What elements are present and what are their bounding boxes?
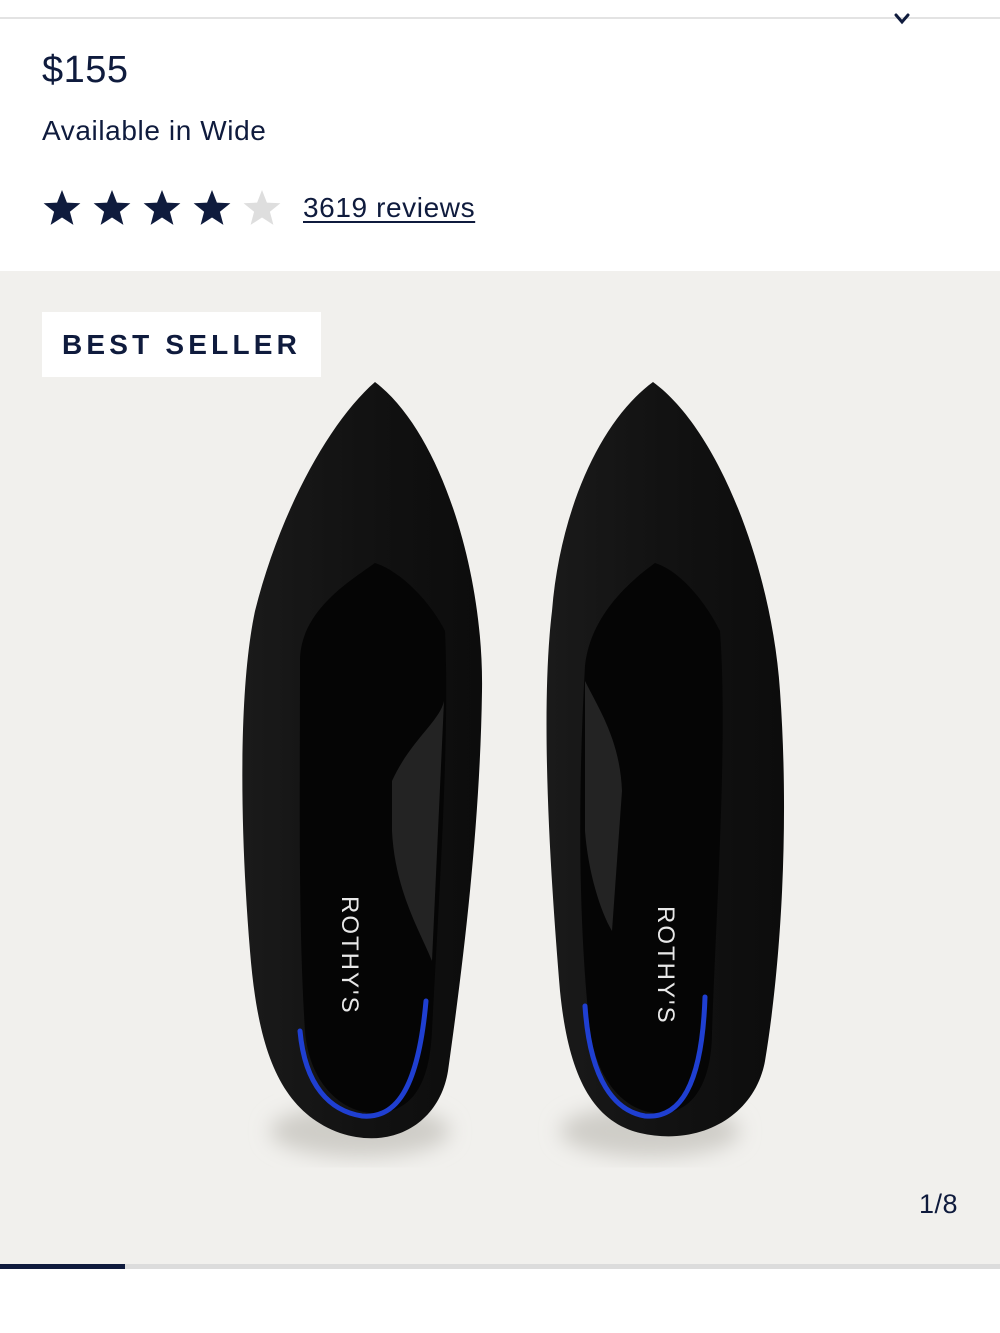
brand-insole-text-right: ROTHY'S xyxy=(652,906,679,1025)
image-counter: 1/8 xyxy=(918,1189,958,1219)
chevron-down-icon[interactable] xyxy=(893,12,911,26)
stars xyxy=(42,188,292,228)
top-divider xyxy=(0,17,1000,19)
brand-insole-text: ROTHY'S xyxy=(336,896,363,1015)
star-icon-filled xyxy=(93,190,131,225)
star-icon-filled xyxy=(143,190,181,225)
gallery-progress-track xyxy=(0,1264,1000,1269)
product-image-gallery[interactable]: ROTHY'S ROTHY'S BEST SELLER 1/8 xyxy=(0,271,1000,1267)
star-rating[interactable]: 3619 reviews xyxy=(42,186,475,230)
right-shoe: ROTHY'S xyxy=(546,382,785,1157)
product-price: $155 xyxy=(42,49,129,91)
reviews-link[interactable]: 3619 reviews xyxy=(303,192,475,224)
star-icon-filled xyxy=(193,190,231,225)
star-icon-empty xyxy=(243,190,281,225)
left-shoe: ROTHY'S xyxy=(242,382,483,1157)
gallery-progress-fill xyxy=(0,1264,125,1269)
star-icon-filled xyxy=(43,190,81,225)
product-image: ROTHY'S ROTHY'S xyxy=(242,382,785,1157)
width-availability: Available in Wide xyxy=(42,115,267,146)
best-seller-badge: BEST SELLER xyxy=(42,312,321,377)
